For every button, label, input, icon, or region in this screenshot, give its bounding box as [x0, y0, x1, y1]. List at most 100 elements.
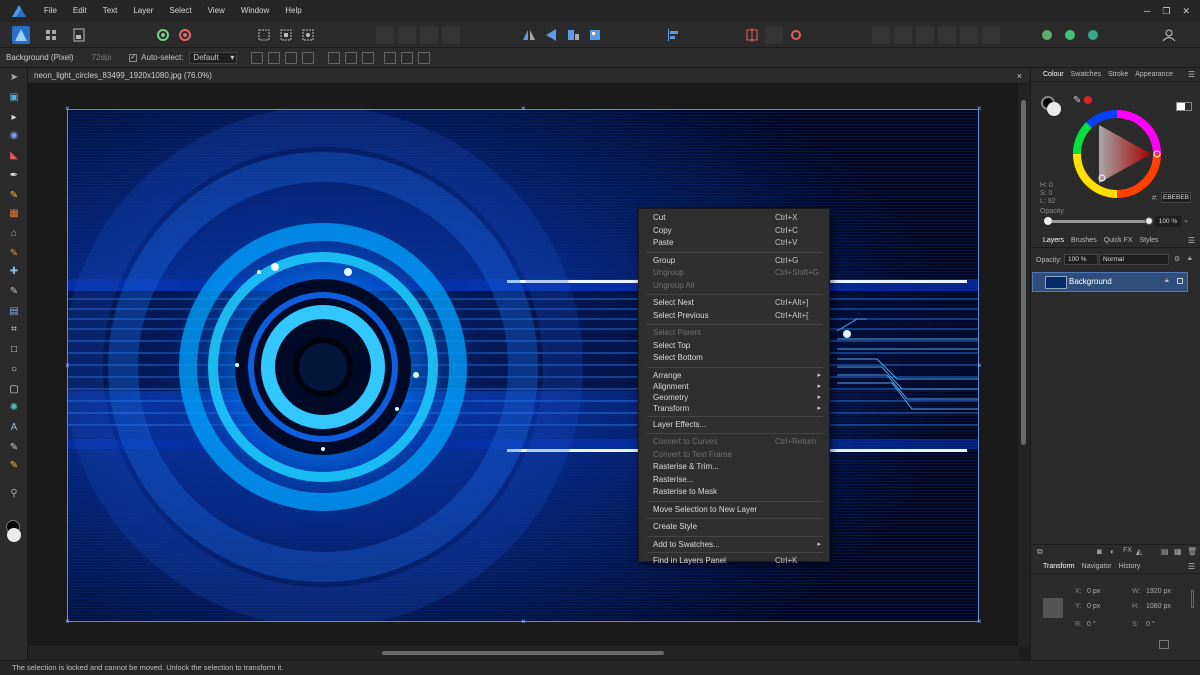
add-mask-icon[interactable]: ◙ — [1097, 547, 1102, 556]
sync-icon[interactable] — [1084, 26, 1102, 44]
transform-origin-icon[interactable] — [251, 51, 264, 64]
move-tool-icon[interactable]: ➤ — [8, 72, 20, 84]
menu-item-layer-effects[interactable]: Layer Effects... — [639, 419, 829, 431]
selection-bounding-box[interactable] — [67, 109, 979, 622]
blemish-removal-icon[interactable]: ✎ — [8, 286, 20, 298]
align-left-icon[interactable] — [328, 51, 341, 64]
panel-menu-icon[interactable]: ☰ — [1188, 70, 1195, 79]
fill-stroke-swatch[interactable] — [1041, 96, 1063, 118]
align-center-icon[interactable] — [345, 51, 358, 64]
close-window-icon[interactable]: ✕ — [1182, 6, 1190, 17]
assistant-icon[interactable] — [154, 26, 172, 44]
tab-styles[interactable]: Styles — [1140, 237, 1159, 244]
menu-item-select-previous[interactable]: Select Previous Ctrl+Alt+[ — [639, 310, 829, 322]
crop-tool-icon[interactable]: ▣ — [8, 92, 20, 104]
tab-colour[interactable]: Colour — [1043, 71, 1064, 78]
tab-stroke[interactable]: Stroke — [1108, 71, 1128, 78]
photo-persona-icon[interactable] — [12, 26, 30, 44]
align-icon[interactable] — [664, 26, 682, 44]
snapping-options-icon[interactable] — [765, 26, 783, 44]
opacity-dropdown-icon[interactable]: ⌄ — [1183, 216, 1189, 224]
boolean-xor-icon[interactable] — [442, 26, 460, 44]
rotate-right-icon[interactable] — [586, 26, 604, 44]
color-picker-icon[interactable]: ✎ — [8, 442, 20, 454]
flip-horizontal-icon[interactable] — [520, 26, 538, 44]
lock-icon[interactable]: 🔒︎ — [1188, 255, 1192, 263]
menu-item-select-next[interactable]: Select Next Ctrl+Alt+] — [639, 297, 829, 309]
selection-handle[interactable]: × — [65, 105, 70, 113]
horizontal-scroll-thumb[interactable] — [382, 651, 664, 655]
tab-quick-fx[interactable]: Quick FX — [1104, 237, 1133, 244]
magnet-snap-icon[interactable] — [787, 26, 805, 44]
anchor-point-selector[interactable] — [1043, 598, 1063, 618]
colour-wheel[interactable] — [1069, 106, 1165, 202]
menu-item-paste[interactable]: Paste Ctrl+V — [639, 237, 829, 249]
rotate-left-icon[interactable] — [564, 26, 582, 44]
selection-handle[interactable]: × — [521, 618, 526, 626]
gradient-tool-icon[interactable]: ▤ — [8, 306, 20, 318]
opacity-slider[interactable] — [1047, 220, 1151, 223]
vertical-scroll-thumb[interactable] — [1021, 100, 1026, 445]
close-document-icon[interactable]: × — [1017, 68, 1022, 84]
user-account-icon[interactable] — [1160, 26, 1178, 44]
menu-item-cut[interactable]: Cut Ctrl+X — [639, 212, 829, 224]
no-colour-icon[interactable] — [1084, 96, 1092, 104]
menu-item-copy[interactable]: Copy Ctrl+C — [639, 225, 829, 237]
show-bbox-icon[interactable] — [268, 51, 281, 64]
vertical-scrollbar[interactable] — [1018, 84, 1030, 646]
panel-menu-icon[interactable]: ☰ — [1188, 236, 1195, 245]
add-layer-icon[interactable]: ▤ — [1161, 547, 1169, 556]
tab-layers[interactable]: Layers — [1043, 237, 1064, 244]
tab-transform[interactable]: Transform — [1043, 563, 1075, 570]
menu-file[interactable]: File — [36, 0, 65, 22]
liquify-persona-icon[interactable] — [42, 26, 60, 44]
menu-select[interactable]: Select — [161, 0, 199, 22]
tab-brushes[interactable]: Brushes — [1071, 237, 1097, 244]
fx-icon[interactable]: FX — [1123, 547, 1132, 554]
quick-mask-icon[interactable] — [872, 26, 890, 44]
selection-handle[interactable]: × — [977, 618, 982, 626]
selection-handle[interactable]: × — [977, 105, 982, 113]
refine-icon[interactable] — [894, 26, 912, 44]
tab-navigator[interactable]: Navigator — [1082, 563, 1112, 570]
live-filter-icon[interactable]: ◭ — [1136, 547, 1142, 556]
selection-handle[interactable]: × — [65, 618, 70, 626]
menu-item-transform[interactable]: Transform ▸ — [639, 403, 829, 415]
opacity-slider-knob[interactable] — [1145, 217, 1153, 225]
shear-field[interactable]: 0 ° — [1146, 621, 1155, 628]
menu-item-select-top[interactable]: Select Top — [639, 340, 829, 352]
shape-tool-icon[interactable]: ✺ — [8, 402, 20, 414]
ellipse-tool-icon[interactable]: ○ — [8, 364, 20, 376]
crop-square-icon[interactable]: ⌗ — [8, 324, 20, 336]
document-tab[interactable]: neon_light_circles_83499_1920x1080.jpg (… — [28, 68, 1030, 84]
workspace[interactable]: × × × × × × × × — [28, 84, 1018, 646]
delete-layer-icon[interactable]: 🗑︎ — [1187, 547, 1197, 556]
develop-persona-icon[interactable] — [70, 26, 88, 44]
insert-top-icon[interactable] — [938, 26, 956, 44]
menu-text[interactable]: Text — [95, 0, 126, 22]
colour-swatches-icon[interactable] — [6, 520, 22, 544]
flip-vertical-icon[interactable] — [542, 26, 560, 44]
rectangle-tool-icon[interactable]: □ — [8, 344, 20, 356]
x-field[interactable]: 0 px — [1087, 588, 1100, 595]
horizontal-scrollbar[interactable] — [28, 646, 1018, 660]
menu-view[interactable]: View — [200, 0, 233, 22]
bw-toggle-icon[interactable] — [1176, 102, 1192, 111]
tab-swatches[interactable]: Swatches — [1071, 71, 1101, 78]
transform-objects-icon[interactable] — [285, 51, 298, 64]
flood-select-icon[interactable]: ◣ — [8, 150, 20, 162]
menu-edit[interactable]: Edit — [65, 0, 95, 22]
tab-appearance[interactable]: Appearance — [1135, 71, 1173, 78]
insert-inside-icon[interactable] — [960, 26, 978, 44]
opacity-field[interactable]: 100 % — [1155, 216, 1181, 227]
menu-item-find-in-layers-panel[interactable]: Find in Layers Panel Ctrl+K — [639, 555, 829, 567]
clone-brush-icon[interactable]: ⌂ — [8, 228, 20, 240]
fill-tool-icon[interactable]: ✎ — [8, 460, 20, 472]
insert-mode-icon[interactable] — [982, 26, 1000, 44]
opacity-slider-left-knob[interactable] — [1044, 217, 1052, 225]
hex-field[interactable]: EBEBEB — [1161, 192, 1191, 203]
menu-item-create-style[interactable]: Create Style — [639, 521, 829, 533]
menu-item-group[interactable]: Group Ctrl+G — [639, 255, 829, 267]
select-all-icon[interactable] — [277, 26, 295, 44]
rounded-rect-tool-icon[interactable]: ▢ — [8, 384, 20, 396]
